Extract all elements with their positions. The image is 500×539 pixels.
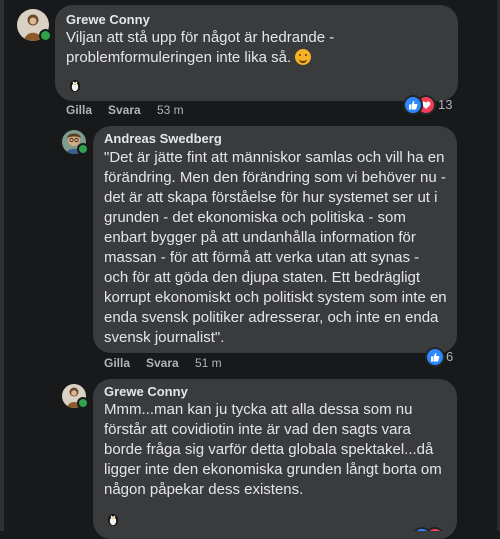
- comment-text-line: massan - för att förmå att verka utan at…: [104, 249, 420, 266]
- comment-text: Viljan att stå upp för något är hedrande…: [66, 28, 451, 68]
- comment-text-line: "Det är jätte fint att människor samlas …: [104, 149, 445, 166]
- love-reaction-icon: [425, 527, 442, 531]
- comment-text-line: Viljan att stå upp för något är hedrande…: [66, 29, 335, 46]
- comment-text: "Det är jätte fint att människor samlas …: [104, 148, 454, 348]
- reaction-count: 6: [446, 349, 454, 364]
- smile-emoji-icon: [295, 49, 312, 65]
- comment-text-line: det är att skapa förståelse för hur syst…: [104, 189, 438, 206]
- timestamp[interactable]: 53 m: [157, 103, 184, 117]
- comment-text: Mmm...man kan ju tycka att alla dessa so…: [104, 400, 454, 500]
- tux-icon: [70, 80, 80, 92]
- like-reaction-icon: [425, 347, 445, 367]
- avatar[interactable]: [62, 384, 89, 409]
- reactions-summary[interactable]: 6: [425, 347, 457, 367]
- comment-text-line: förändring. Men den förändring som vi be…: [104, 169, 446, 186]
- reply-link[interactable]: Svara: [108, 103, 141, 117]
- reactions-summary[interactable]: [412, 527, 442, 531]
- comment-text-line: ligger inte den ekonomiska grunden långt…: [104, 461, 442, 478]
- comment-author[interactable]: Grewe Conny: [66, 12, 150, 27]
- reaction-count: 13: [438, 97, 453, 112]
- comment-text-line: svensk journalist".: [104, 329, 225, 346]
- reply-link[interactable]: Svara: [146, 356, 179, 370]
- avatar[interactable]: [17, 9, 52, 42]
- like-link[interactable]: Gilla: [104, 356, 130, 370]
- comment-text-line: enda svensk politiker adresserar, och in…: [104, 309, 439, 326]
- comment-bubble: Grewe Conny Mmm...man kan ju tycka att a…: [93, 379, 457, 539]
- comment-text-line: någon påpekar dess existens.: [104, 481, 304, 498]
- comment-text-line: korrupt ekonomiskt och politiskt system …: [104, 289, 447, 306]
- comment-text-line: Mmm...man kan ju tycka att alla dessa so…: [104, 401, 413, 418]
- comment-text-line: problemformuleringen inte lika så.: [66, 48, 451, 68]
- comment-text-line: och för att göda den djupa staten. Ett b…: [104, 269, 421, 286]
- comment-text-line: enbart bygger på att undanhålla informat…: [104, 229, 416, 246]
- comment-bubble: Grewe Conny Viljan att stå upp för något…: [55, 5, 458, 101]
- comment-text-line: borde fråga sig varför detta globala spe…: [104, 441, 434, 458]
- tux-icon: [108, 514, 118, 526]
- comment-text-segment: problemformuleringen inte lika så.: [66, 49, 292, 66]
- online-status-icon: [77, 143, 89, 155]
- comment-text-line: grunden - det ekonomiska och politiska -…: [104, 209, 406, 226]
- comment-text-line: förstår att covidiotin inte är vad den s…: [104, 421, 411, 438]
- comment-author[interactable]: Andreas Swedberg: [104, 131, 222, 146]
- like-reaction-icon: [403, 95, 423, 115]
- left-edge: [0, 0, 4, 531]
- like-link[interactable]: Gilla: [66, 103, 92, 117]
- online-status-icon: [39, 29, 52, 42]
- timestamp[interactable]: 51 m: [195, 356, 222, 370]
- reactions-summary[interactable]: 13: [403, 95, 453, 115]
- avatar[interactable]: [62, 130, 89, 155]
- comment-author[interactable]: Grewe Conny: [104, 384, 188, 399]
- comment-bubble: Andreas Swedberg "Det är jätte fint att …: [93, 126, 457, 353]
- online-status-icon: [77, 397, 89, 409]
